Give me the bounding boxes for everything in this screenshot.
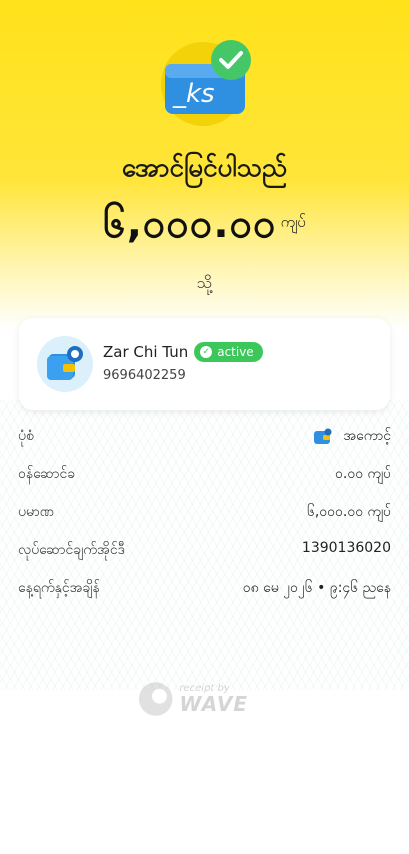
detail-label: လုပ်ဆောင်ချက်အိုင်ဒီ — [18, 542, 125, 558]
recipient-phone: 9696402259 — [103, 368, 186, 383]
detail-value: ၀၈ မေ ၂၀၂၆ • ၉:၄၆ ညနေ — [242, 580, 391, 596]
amount-value: ၆,၀၀၀.၀၀ — [103, 201, 277, 247]
detail-label: နေ့ရက်နှင့်အချိန် — [18, 580, 100, 596]
wave-logo: receipt by WAVE — [138, 678, 248, 720]
detail-value: 1390136020 — [301, 540, 391, 556]
ks-wallet-success-icon: _ks — [161, 40, 251, 130]
detail-label: ပမာဏ — [18, 504, 54, 520]
amount-display: ၆,၀၀၀.၀၀ ကျပ် — [0, 198, 409, 257]
amount-currency: ကျပ် — [280, 213, 306, 231]
detail-value: အကောင့် — [343, 428, 391, 444]
recipient-name: Zar Chi Tun — [103, 343, 189, 361]
status-badge: ✓ active — [194, 342, 263, 362]
detail-row-amount: ပမာဏ ၆,၀၀၀.၀၀ ကျပ် — [18, 502, 391, 540]
detail-row-transaction-id: လုပ်ဆောင်ချက်အိုင်ဒီ 1390136020 — [18, 540, 391, 578]
wallet-icon — [314, 428, 332, 444]
detail-row-datetime: နေ့ရက်နှင့်အချိန် ၀၈ မေ ၂၀၂၆ • ၉:၄၆ ညနေ — [18, 578, 391, 616]
wallet-icon — [47, 346, 83, 380]
transaction-details: ပုံစံ အကောင့် ဝန်ဆောင်ခ ၀.၀၀ ကျပ် ပမာဏ ၆… — [18, 426, 391, 616]
to-label: သို့ — [196, 273, 213, 292]
avatar — [37, 336, 93, 392]
svg-text:_ks: _ks — [172, 79, 215, 109]
detail-row-fee: ဝန်ဆောင်ခ ၀.၀၀ ကျပ် — [18, 464, 391, 502]
check-icon: ✓ — [200, 346, 213, 358]
page-title: အောင်မြင်ပါသည် — [121, 153, 288, 183]
detail-label: ပုံစံ — [18, 428, 34, 444]
detail-value: ၆,၀၀၀.၀၀ ကျပ် — [306, 504, 391, 520]
recipient-card: Zar Chi Tun ✓ active 9696402259 — [19, 318, 390, 410]
detail-row-type: ပုံစံ အကောင့် — [18, 426, 391, 464]
status-label: active — [217, 345, 254, 359]
wave-logo-icon — [138, 682, 173, 716]
detail-label: ဝန်ဆောင်ခ — [18, 466, 76, 482]
detail-value: ၀.၀၀ ကျပ် — [335, 466, 391, 482]
brand-label: WAVE — [179, 692, 248, 716]
